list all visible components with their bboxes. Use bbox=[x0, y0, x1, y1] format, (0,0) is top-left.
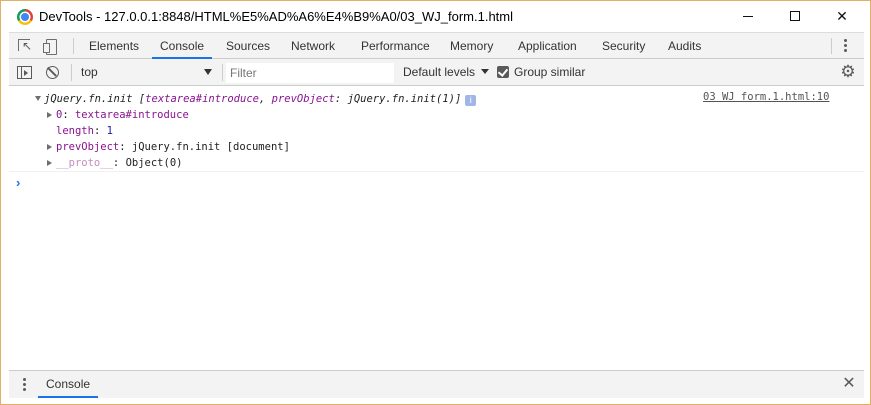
collapsed-arrow-icon[interactable] bbox=[47, 144, 52, 150]
text: : bbox=[62, 109, 75, 121]
property-value: 1 bbox=[106, 125, 113, 137]
property-row[interactable]: 0: textarea#introduce bbox=[47, 107, 189, 123]
maximize-button[interactable] bbox=[772, 1, 818, 32]
maximize-icon bbox=[790, 11, 800, 21]
console-message: jQuery.fn.init [textarea#introduce, prev… bbox=[9, 86, 864, 172]
tab-memory[interactable]: Memory bbox=[450, 33, 493, 59]
property-row: length: 1 bbox=[56, 123, 113, 139]
tab-network[interactable]: Network bbox=[291, 33, 335, 59]
tab-audits[interactable]: Audits bbox=[668, 33, 701, 59]
property-value: jQuery.fn.init [document] bbox=[131, 141, 290, 153]
window-title: DevTools - 127.0.0.1:8848/HTML%E5%AD%A6%… bbox=[39, 9, 513, 24]
clear-console-icon[interactable] bbox=[46, 66, 59, 79]
text: , bbox=[258, 93, 272, 105]
text: [ bbox=[132, 93, 146, 105]
text: ] bbox=[454, 93, 462, 105]
property-key: length bbox=[56, 125, 94, 137]
tab-application[interactable]: Application bbox=[518, 33, 577, 59]
tab-performance[interactable]: Performance bbox=[361, 33, 430, 59]
property-row[interactable]: prevObject: jQuery.fn.init [document] bbox=[47, 139, 290, 155]
divider bbox=[831, 38, 832, 54]
minimize-button[interactable] bbox=[725, 1, 771, 32]
object-name: jQuery.fn.init bbox=[44, 93, 133, 105]
more-options-icon[interactable] bbox=[844, 39, 848, 53]
text: : bbox=[112, 157, 126, 169]
text: jQuery.fn.init(1) bbox=[347, 93, 455, 105]
panel-tab-bar: Elements Console Sources Network Perform… bbox=[9, 32, 864, 59]
divider bbox=[71, 64, 72, 81]
title-bar: DevTools - 127.0.0.1:8848/HTML%E5%AD%A6%… bbox=[1, 1, 870, 32]
group-similar-checkbox[interactable] bbox=[497, 66, 509, 78]
text: textarea#introduce bbox=[145, 93, 259, 105]
device-toolbar-icon[interactable] bbox=[43, 38, 59, 55]
divider bbox=[73, 38, 74, 54]
property-key: __proto__ bbox=[56, 157, 113, 169]
dropdown-arrow-icon bbox=[204, 69, 212, 75]
settings-gear-icon[interactable]: ⚙ bbox=[840, 63, 856, 80]
property-key: prevObject bbox=[56, 141, 120, 153]
expanded-arrow-icon[interactable] bbox=[35, 96, 41, 101]
dropdown-arrow-icon[interactable] bbox=[481, 69, 489, 74]
console-toolbar: top Default levels Group similar ⚙ bbox=[9, 59, 864, 86]
drawer-bar: Console ✕ bbox=[9, 370, 864, 398]
chrome-logo-icon bbox=[17, 9, 33, 25]
devtools-window: DevTools - 127.0.0.1:8848/HTML%E5%AD%A6%… bbox=[0, 0, 871, 405]
console-output: jQuery.fn.init [textarea#introduce, prev… bbox=[9, 86, 864, 370]
minimize-icon bbox=[743, 16, 753, 17]
log-levels-dropdown[interactable]: Default levels bbox=[403, 65, 475, 79]
tab-sources[interactable]: Sources bbox=[226, 33, 270, 59]
collapsed-arrow-icon[interactable] bbox=[47, 160, 52, 166]
divider bbox=[222, 64, 223, 81]
property-value: textarea#introduce bbox=[74, 109, 189, 121]
tab-console[interactable]: Console bbox=[151, 33, 213, 59]
text: : bbox=[93, 125, 107, 137]
object-summary[interactable]: jQuery.fn.init [textarea#introduce, prev… bbox=[35, 91, 477, 107]
tab-security[interactable]: Security bbox=[602, 33, 645, 59]
source-link[interactable]: 03 WJ form.1.html:10 bbox=[703, 91, 829, 103]
sidebar-toggle-icon[interactable] bbox=[17, 66, 32, 79]
console-prompt[interactable]: › bbox=[16, 175, 20, 190]
close-icon[interactable]: ✕ bbox=[841, 376, 857, 392]
text: : bbox=[119, 141, 132, 153]
filter-input[interactable] bbox=[226, 63, 394, 83]
collapsed-arrow-icon[interactable] bbox=[47, 112, 52, 118]
tab-elements[interactable]: Elements bbox=[89, 33, 139, 59]
inspect-element-icon[interactable] bbox=[17, 38, 33, 54]
property-row[interactable]: __proto__: Object(0) bbox=[47, 155, 182, 171]
drawer-tab-console[interactable]: Console bbox=[38, 371, 99, 398]
drawer-menu-icon[interactable] bbox=[23, 378, 27, 392]
close-window-button[interactable]: ✕ bbox=[819, 1, 865, 32]
text: prevObject bbox=[271, 93, 335, 105]
close-icon: ✕ bbox=[836, 8, 848, 24]
property-value: Object(0) bbox=[125, 157, 183, 169]
info-icon[interactable]: i bbox=[465, 95, 477, 106]
context-value: top bbox=[81, 65, 98, 79]
text: : bbox=[334, 93, 348, 105]
context-selector[interactable]: top bbox=[79, 63, 219, 82]
group-similar-label[interactable]: Group similar bbox=[514, 65, 585, 79]
